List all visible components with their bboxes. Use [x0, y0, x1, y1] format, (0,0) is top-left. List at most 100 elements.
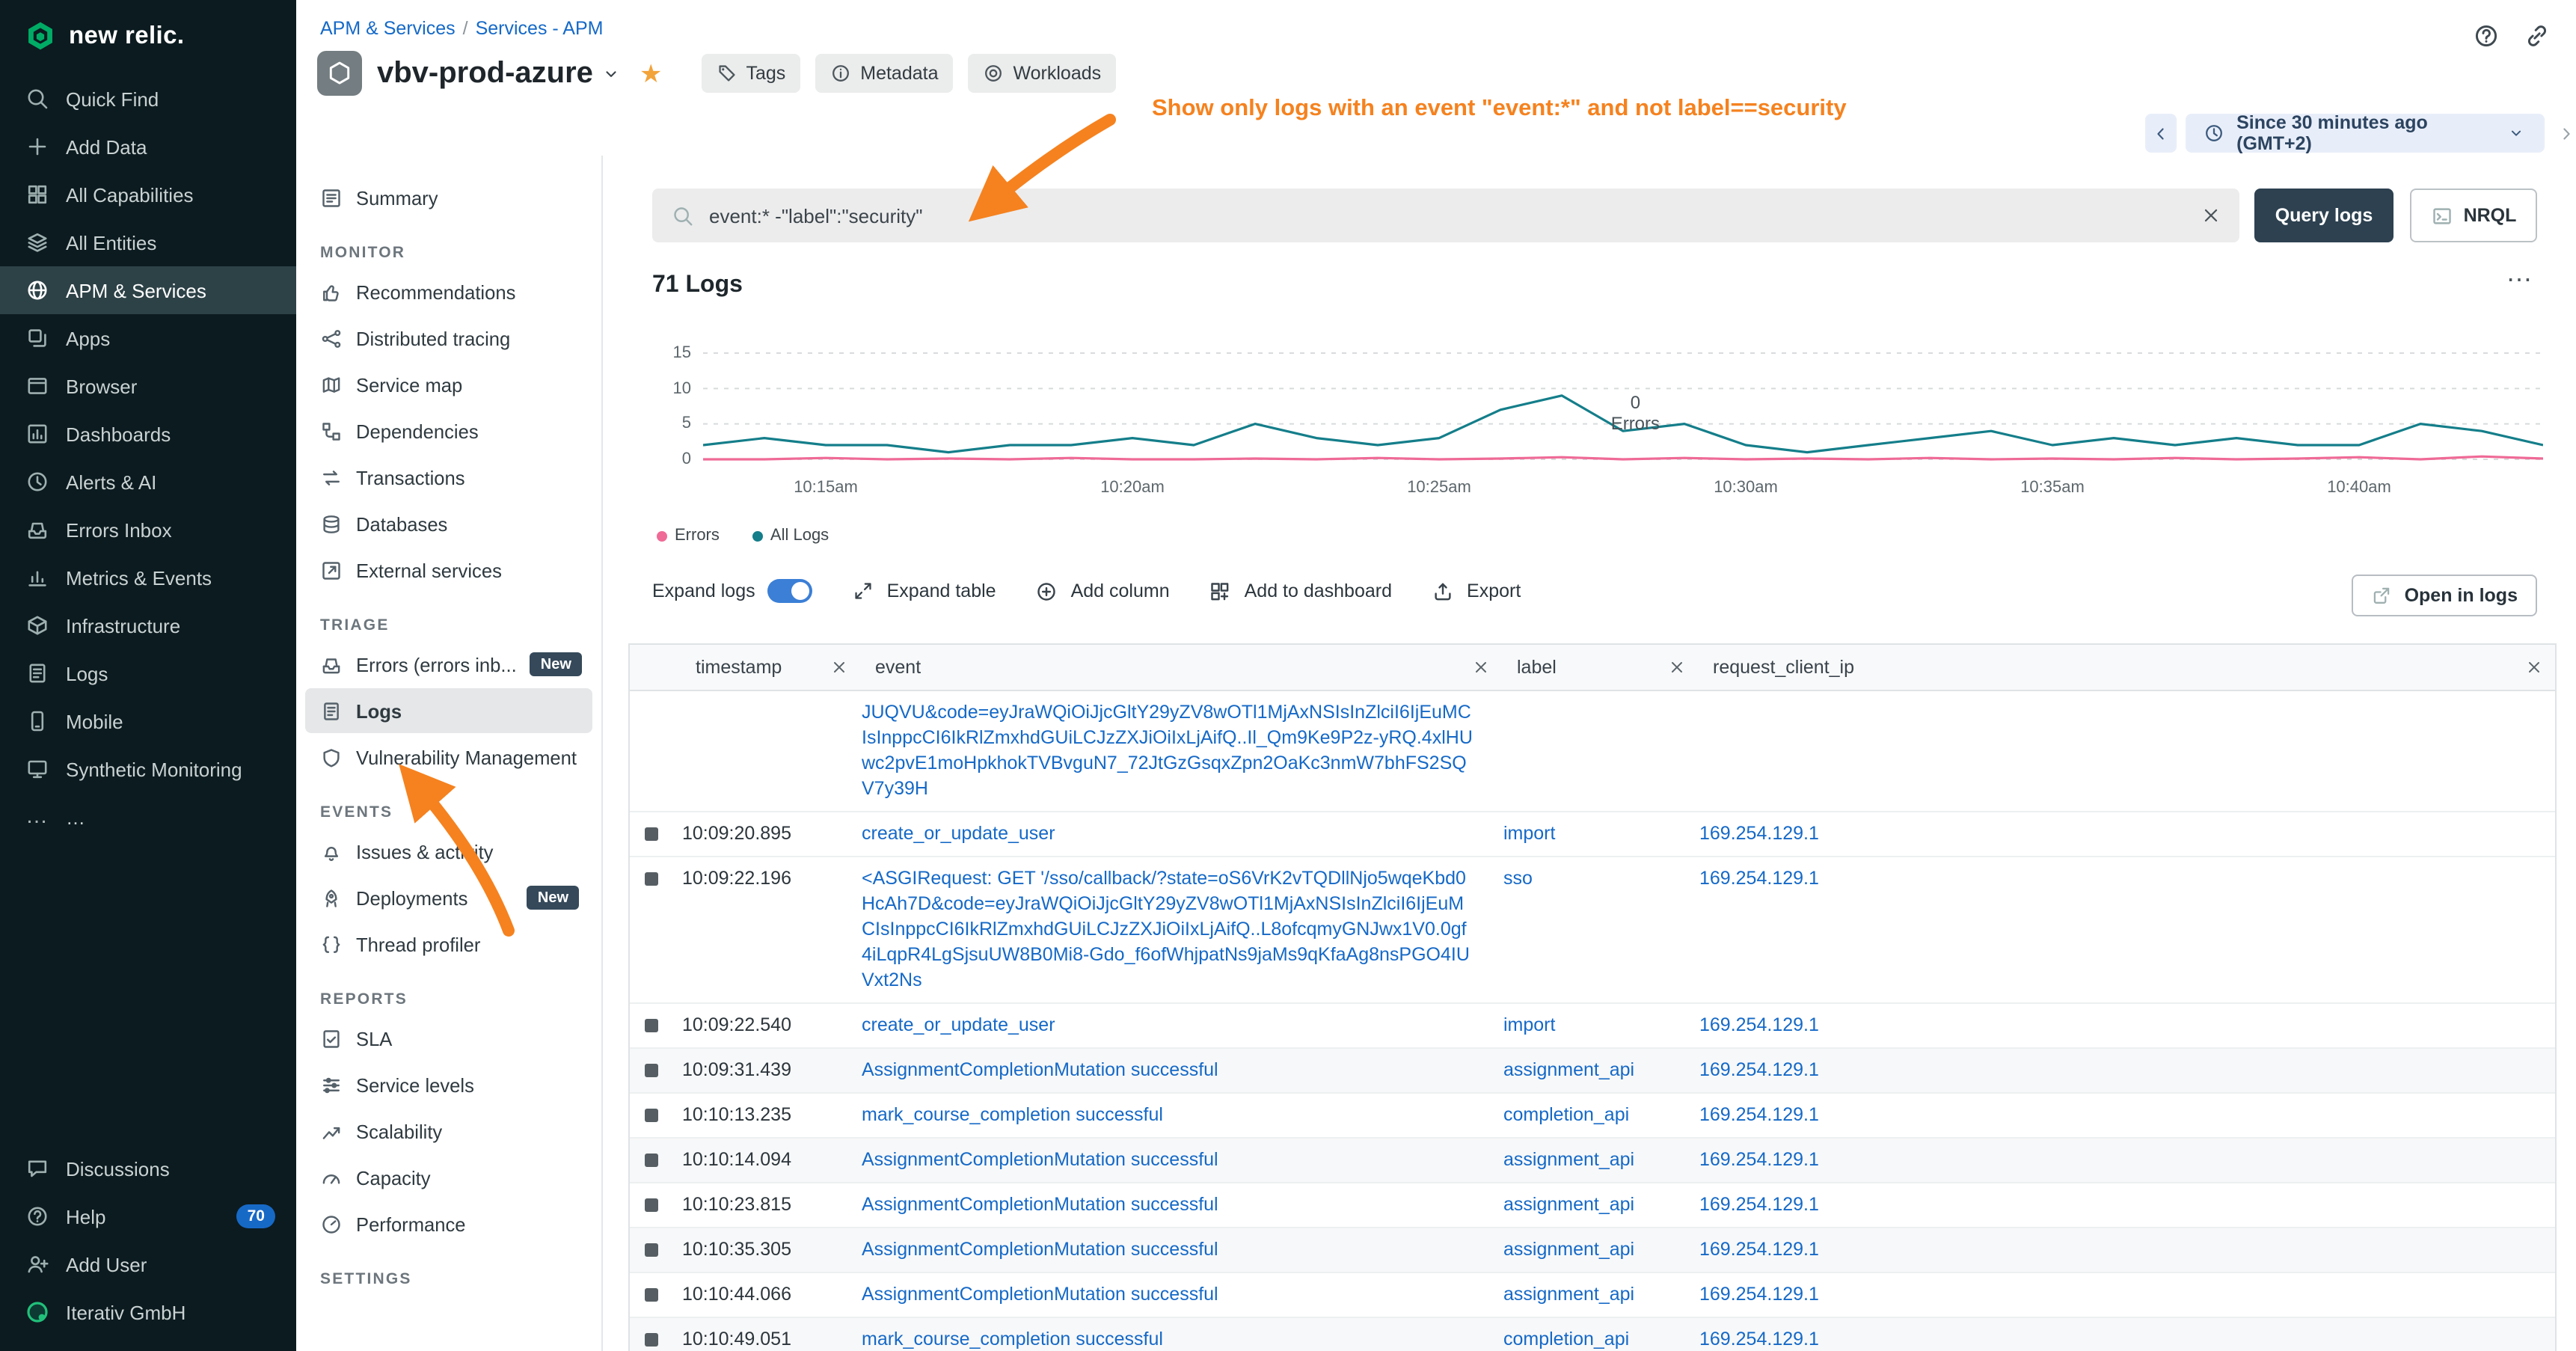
query-logs-button[interactable]: Query logs: [2254, 189, 2393, 242]
new-relic-logo[interactable]: new relic.: [0, 0, 296, 75]
event-link[interactable]: mark_course_completion successful: [862, 1104, 1163, 1125]
row-marker-icon[interactable]: [645, 872, 658, 886]
sidebar-item-errors-inbox[interactable]: Errors Inbox: [0, 506, 296, 554]
event-link[interactable]: AssignmentCompletionMutation successful: [862, 1194, 1218, 1215]
sidebar-item-more[interactable]: ……: [0, 793, 296, 841]
table-row[interactable]: 10:10:23.815AssignmentCompletionMutation…: [630, 1183, 2555, 1228]
remove-column-icon[interactable]: [2525, 658, 2543, 676]
chart-more-menu-icon[interactable]: …: [2506, 257, 2535, 289]
event-link[interactable]: AssignmentCompletionMutation successful: [862, 1149, 1218, 1170]
time-range-button[interactable]: Since 30 minutes ago (GMT+2): [2186, 114, 2545, 153]
table-row[interactable]: 10:10:35.305AssignmentCompletionMutation…: [630, 1228, 2555, 1273]
ip-link[interactable]: 169.254.129.1: [1699, 1329, 1819, 1350]
event-link[interactable]: AssignmentCompletionMutation successful: [862, 1059, 1218, 1080]
clear-search-icon[interactable]: [2201, 205, 2221, 226]
row-marker-icon[interactable]: [645, 1288, 658, 1302]
label-link[interactable]: assignment_api: [1503, 1194, 1634, 1215]
breadcrumb-link[interactable]: APM & Services: [320, 18, 456, 39]
legend-item-all-logs[interactable]: All Logs: [752, 527, 829, 545]
sidebar-item-scalability[interactable]: Scalability: [305, 1109, 592, 1154]
sidebar-item-recommendations[interactable]: Recommendations: [305, 269, 592, 314]
table-row[interactable]: 10:09:22.196<ASGIRequest: GET '/sso/call…: [630, 857, 2555, 1004]
label-link[interactable]: assignment_api: [1503, 1059, 1634, 1080]
sidebar-item-dependencies[interactable]: Dependencies: [305, 408, 592, 453]
entity-chevron-down-icon[interactable]: [602, 64, 622, 83]
event-link[interactable]: AssignmentCompletionMutation successful: [862, 1284, 1218, 1305]
sidebar-item-vulnerability-management[interactable]: Vulnerability Management: [305, 735, 592, 779]
expand-table-button[interactable]: Expand table: [851, 579, 996, 603]
sidebar-item-thread-profiler[interactable]: Thread profiler: [305, 922, 592, 966]
sidebar-item-service-map[interactable]: Service map: [305, 362, 592, 407]
sidebar-item-iterativ-gmbh[interactable]: Iterativ GmbH: [0, 1288, 296, 1336]
event-link[interactable]: mark_course_completion successful: [862, 1329, 1163, 1350]
sidebar-item-all-entities[interactable]: All Entities: [0, 218, 296, 266]
table-row[interactable]: JUQVU&code=eyJraWQiOiJjcGltY29yZV8wOTl1M…: [630, 691, 2555, 812]
sidebar-item-deployments[interactable]: DeploymentsNew: [305, 875, 592, 920]
sidebar-item-issues-activity[interactable]: Issues & activity: [305, 829, 592, 874]
sidebar-item-summary[interactable]: Summary: [305, 175, 592, 220]
row-marker-icon[interactable]: [645, 1019, 658, 1032]
sidebar-item-all-capabilities[interactable]: All Capabilities: [0, 171, 296, 218]
sidebar-item-apps[interactable]: Apps: [0, 314, 296, 362]
sidebar-item-dashboards[interactable]: Dashboards: [0, 410, 296, 458]
sidebar-item-errors-errors-inb[interactable]: Errors (errors inb...New: [305, 642, 592, 687]
table-row[interactable]: 10:10:13.235mark_course_completion succe…: [630, 1094, 2555, 1139]
event-link[interactable]: JUQVU&code=eyJraWQiOiJjcGltY29yZV8wOTl1M…: [862, 702, 1473, 799]
sidebar-item-add-data[interactable]: Add Data: [0, 123, 296, 171]
sidebar-item-synthetic-monitoring[interactable]: Synthetic Monitoring: [0, 745, 296, 793]
sidebar-item-service-levels[interactable]: Service levels: [305, 1062, 592, 1107]
add-to-dashboard-button[interactable]: Add to dashboard: [1209, 579, 1392, 603]
sidebar-item-apm-services[interactable]: APM & Services: [0, 266, 296, 314]
time-back-button[interactable]: [2145, 114, 2177, 153]
sidebar-item-quick-find[interactable]: Quick Find: [0, 75, 296, 123]
favorite-star-icon[interactable]: ★: [640, 61, 663, 86]
row-marker-icon[interactable]: [645, 1064, 658, 1077]
sidebar-item-performance[interactable]: Performance: [305, 1201, 592, 1246]
ip-link[interactable]: 169.254.129.1: [1699, 1104, 1819, 1125]
remove-column-icon[interactable]: [1668, 658, 1686, 676]
row-marker-icon[interactable]: [645, 1198, 658, 1212]
sidebar-item-capacity[interactable]: Capacity: [305, 1155, 592, 1200]
label-link[interactable]: completion_api: [1503, 1104, 1629, 1125]
ip-link[interactable]: 169.254.129.1: [1699, 1059, 1819, 1080]
row-marker-icon[interactable]: [645, 1154, 658, 1167]
help-icon[interactable]: [2468, 18, 2504, 54]
ip-link[interactable]: 169.254.129.1: [1699, 868, 1819, 889]
sidebar-item-mobile[interactable]: Mobile: [0, 697, 296, 745]
open-in-logs-button[interactable]: Open in logs: [2352, 575, 2537, 616]
breadcrumb-link[interactable]: Services - APM: [476, 18, 604, 39]
row-marker-icon[interactable]: [645, 1109, 658, 1122]
label-link[interactable]: import: [1503, 1014, 1555, 1035]
column-header-label[interactable]: label: [1502, 645, 1698, 690]
nrql-button[interactable]: NRQL: [2410, 189, 2537, 242]
label-link[interactable]: sso: [1503, 868, 1533, 889]
sidebar-item-external-services[interactable]: External services: [305, 548, 592, 592]
log-search-input[interactable]: [706, 203, 2189, 228]
add-column-button[interactable]: Add column: [1035, 579, 1170, 603]
event-link[interactable]: AssignmentCompletionMutation successful: [862, 1239, 1218, 1260]
ip-link[interactable]: 169.254.129.1: [1699, 1149, 1819, 1170]
table-row[interactable]: 10:10:44.066AssignmentCompletionMutation…: [630, 1273, 2555, 1318]
ip-link[interactable]: 169.254.129.1: [1699, 1239, 1819, 1260]
table-row[interactable]: 10:09:20.895create_or_update_userimport1…: [630, 812, 2555, 857]
event-link[interactable]: <ASGIRequest: GET '/sso/callback/?state=…: [862, 868, 1470, 990]
permalink-icon[interactable]: [2519, 18, 2555, 54]
sidebar-item-discussions[interactable]: Discussions: [0, 1145, 296, 1192]
label-link[interactable]: completion_api: [1503, 1329, 1629, 1350]
event-link[interactable]: create_or_update_user: [862, 1014, 1055, 1035]
time-forward-button[interactable]: [2557, 123, 2576, 143]
label-link[interactable]: assignment_api: [1503, 1149, 1634, 1170]
ip-link[interactable]: 169.254.129.1: [1699, 1284, 1819, 1305]
row-marker-icon[interactable]: [645, 827, 658, 841]
sidebar-item-infrastructure[interactable]: Infrastructure: [0, 601, 296, 649]
sidebar-item-transactions[interactable]: Transactions: [305, 455, 592, 500]
sidebar-item-metrics-events[interactable]: Metrics & Events: [0, 554, 296, 601]
sidebar-item-logs[interactable]: Logs: [0, 649, 296, 697]
label-link[interactable]: assignment_api: [1503, 1284, 1634, 1305]
expand-logs-toggle[interactable]: [767, 579, 812, 603]
table-row[interactable]: 10:10:14.094AssignmentCompletionMutation…: [630, 1139, 2555, 1183]
tags-button[interactable]: Tags: [701, 54, 800, 93]
label-link[interactable]: assignment_api: [1503, 1239, 1634, 1260]
sidebar-item-browser[interactable]: Browser: [0, 362, 296, 410]
sidebar-item-help[interactable]: Help70: [0, 1192, 296, 1240]
